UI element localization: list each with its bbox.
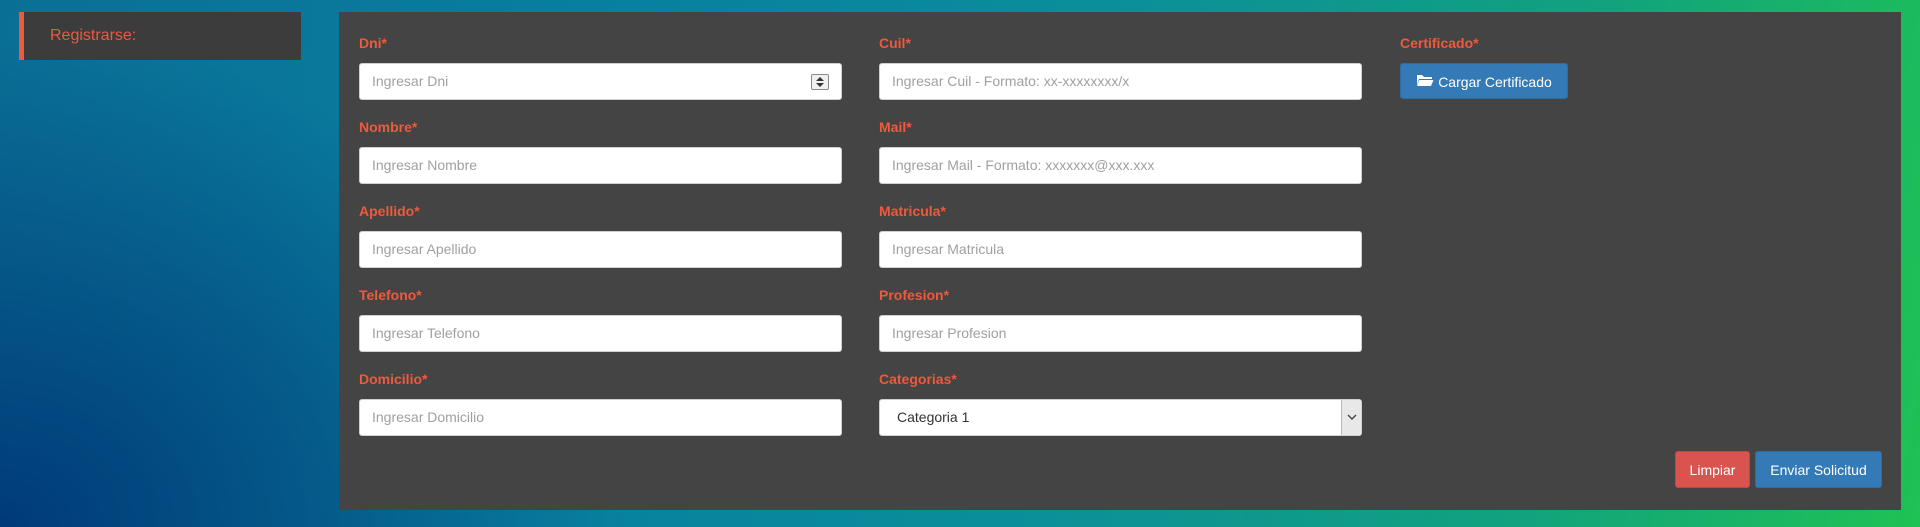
certificado-label: Certificado* <box>1400 35 1479 51</box>
upload-certificate-label: Cargar Certificado <box>1438 74 1552 90</box>
folder-open-icon <box>1416 64 1434 100</box>
nombre-input[interactable]: Ingresar Nombre <box>359 147 842 184</box>
telefono-placeholder: Ingresar Telefono <box>372 325 480 341</box>
cuil-input[interactable]: Ingresar Cuil - Formato: xx-xxxxxxxx/x <box>879 63 1362 100</box>
domicilio-label: Domicilio* <box>359 371 428 387</box>
profesion-input[interactable]: Ingresar Profesion <box>879 315 1362 352</box>
cuil-label: Cuil* <box>879 35 911 51</box>
mail-placeholder: Ingresar Mail - Formato: xxxxxxx@xxx.xxx <box>892 157 1155 173</box>
matricula-field-group: Matricula* Ingresar Matricula <box>879 202 1362 268</box>
nombre-label: Nombre* <box>359 119 418 135</box>
dni-label: Dni* <box>359 35 387 51</box>
certificado-field-group: Certificado* Cargar Certificado <box>1400 34 1568 99</box>
apellido-input[interactable]: Ingresar Apellido <box>359 231 842 268</box>
apellido-field-group: Apellido* Ingresar Apellido <box>359 202 842 268</box>
apellido-placeholder: Ingresar Apellido <box>372 241 477 257</box>
matricula-input[interactable]: Ingresar Matricula <box>879 231 1362 268</box>
clear-button[interactable]: Limpiar <box>1675 451 1750 488</box>
nombre-field-group: Nombre* Ingresar Nombre <box>359 118 842 184</box>
mail-field-group: Mail* Ingresar Mail - Formato: xxxxxxx@x… <box>879 118 1362 184</box>
profesion-label: Profesion* <box>879 287 950 303</box>
dni-placeholder: Ingresar Dni <box>372 73 449 89</box>
categorias-selected-value: Categoria 1 <box>897 409 970 425</box>
submit-request-button[interactable]: Enviar Solicitud <box>1755 451 1882 488</box>
domicilio-input[interactable]: Ingresar Domicilio <box>359 399 842 436</box>
telefono-label: Telefono* <box>359 287 422 303</box>
matricula-placeholder: Ingresar Matricula <box>892 241 1005 257</box>
sidebar-item-label: Registrarse: <box>50 27 137 44</box>
dni-input[interactable]: Ingresar Dni <box>359 63 842 100</box>
profesion-placeholder: Ingresar Profesion <box>892 325 1007 341</box>
domicilio-placeholder: Ingresar Domicilio <box>372 409 485 425</box>
number-spinner-icon[interactable] <box>811 74 829 90</box>
matricula-label: Matricula* <box>879 203 946 219</box>
categorias-field-group: Categorias* Categoria 1 <box>879 370 1362 436</box>
mail-label: Mail* <box>879 119 912 135</box>
categorias-select[interactable]: Categoria 1 <box>879 399 1362 436</box>
categorias-label: Categorias* <box>879 371 957 387</box>
chevron-down-icon[interactable] <box>1341 400 1361 435</box>
profesion-field-group: Profesion* Ingresar Profesion <box>879 286 1362 352</box>
cuil-placeholder: Ingresar Cuil - Formato: xx-xxxxxxxx/x <box>892 73 1130 89</box>
telefono-input[interactable]: Ingresar Telefono <box>359 315 842 352</box>
domicilio-field-group: Domicilio* Ingresar Domicilio <box>359 370 842 436</box>
cuil-field-group: Cuil* Ingresar Cuil - Formato: xx-xxxxxx… <box>879 34 1362 100</box>
upload-certificate-button[interactable]: Cargar Certificado <box>1400 63 1568 99</box>
nombre-placeholder: Ingresar Nombre <box>372 157 478 173</box>
mail-input[interactable]: Ingresar Mail - Formato: xxxxxxx@xxx.xxx <box>879 147 1362 184</box>
registration-form: Dni* Ingresar Dni Nombre* Ingresar Nombr… <box>339 12 1901 510</box>
dni-field-group: Dni* Ingresar Dni <box>359 34 842 100</box>
sidebar-item-registrarse[interactable]: Registrarse: <box>19 12 301 60</box>
apellido-label: Apellido* <box>359 203 420 219</box>
telefono-field-group: Telefono* Ingresar Telefono <box>359 286 842 352</box>
